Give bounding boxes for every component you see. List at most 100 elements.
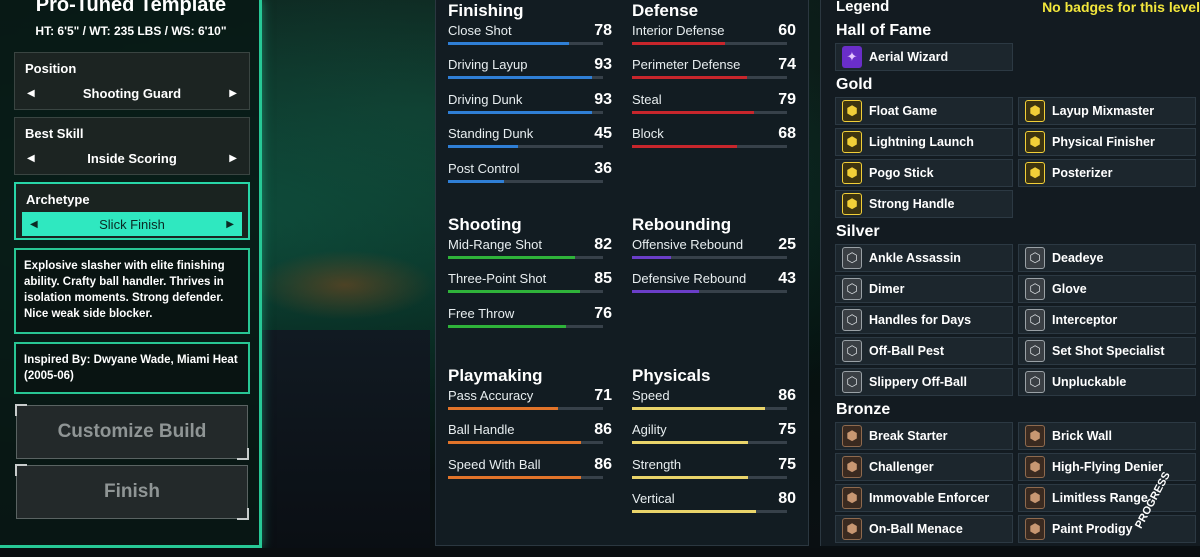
stat-value: 45 bbox=[594, 125, 612, 143]
stat-value: 68 bbox=[778, 125, 796, 143]
badge-bronze[interactable]: ⬢ Break Starter bbox=[835, 422, 1013, 450]
stat-bar-fill bbox=[448, 407, 559, 410]
stat-name: Agility bbox=[632, 422, 667, 438]
stat-value: 80 bbox=[778, 490, 796, 508]
badge-silver[interactable]: ⬡ Handles for Days bbox=[835, 306, 1013, 334]
ankle-icon: ⬡ bbox=[842, 247, 862, 269]
stat-bar-track bbox=[632, 475, 787, 479]
best-skill-selector[interactable]: Best Skill ◀ Inside Scoring ▶ bbox=[14, 117, 250, 175]
badge-silver[interactable]: ⬡ Deadeye bbox=[1018, 244, 1196, 272]
badge-silver[interactable]: ⬡ Glove bbox=[1018, 275, 1196, 303]
customize-build-button[interactable]: Customize Build bbox=[15, 404, 249, 460]
badge-name: Aerial Wizard bbox=[869, 50, 949, 64]
challenge-icon: ⬢ bbox=[842, 456, 862, 478]
badge-name: Deadeye bbox=[1052, 251, 1104, 265]
badge-silver[interactable]: ⬡ Interceptor bbox=[1018, 306, 1196, 334]
stat-value: 25 bbox=[778, 236, 796, 253]
stat-bar-fill bbox=[632, 42, 725, 45]
badge-name: Paint Prodigy bbox=[1052, 522, 1133, 536]
position-label: Position bbox=[25, 61, 77, 76]
stat-name: Pass Accuracy bbox=[448, 388, 534, 403]
lightning-icon: ⬢ bbox=[842, 131, 862, 153]
badge-name: Handles for Days bbox=[869, 313, 972, 327]
arrow-right-icon[interactable]: ▶ bbox=[226, 219, 234, 230]
pest-icon: ⬡ bbox=[842, 340, 862, 362]
stat-name: Interior Defense bbox=[632, 23, 725, 38]
stat-bar-track bbox=[632, 510, 787, 514]
stat-name: Vertical bbox=[632, 491, 675, 507]
position-selector[interactable]: Position ◀ Shooting Guard ▶ bbox=[14, 52, 250, 110]
badge-name: Off-Ball Pest bbox=[869, 344, 945, 358]
enforcer-icon: ⬢ bbox=[842, 487, 862, 509]
rebounding-section: Rebounding Offensive Rebound 25 Defensive … bbox=[632, 215, 802, 306]
slippery-icon: ⬡ bbox=[842, 371, 862, 393]
defense-section: Defense Interior Defense 60 Perimeter Defe… bbox=[632, 1, 802, 161]
finish-button[interactable]: Finish bbox=[15, 464, 249, 520]
stat-value: 76 bbox=[594, 304, 612, 322]
stat-name: Mid-Range Shot bbox=[448, 237, 542, 252]
stat-bar-fill bbox=[632, 407, 766, 410]
badge-gold[interactable]: ⬢ Physical Finisher bbox=[1018, 128, 1196, 156]
stat-row: Speed With Ball 86 bbox=[448, 456, 618, 491]
playmaking-section: Playmaking Pass Accuracy 71 Ball Handle 86 S… bbox=[448, 366, 618, 491]
badge-silver[interactable]: ⬡ Unpluckable bbox=[1018, 368, 1196, 396]
stat-row: Close Shot 78 bbox=[448, 22, 618, 57]
hall-of-fame-title: Hall of Fame bbox=[836, 22, 932, 39]
arrow-right-icon[interactable]: ▶ bbox=[229, 153, 237, 164]
stat-name: Strength bbox=[632, 456, 682, 472]
badge-name: Posterizer bbox=[1052, 166, 1113, 180]
float-icon: ⬢ bbox=[842, 100, 862, 122]
stat-bar-fill bbox=[448, 76, 593, 80]
arrow-left-icon[interactable]: ◀ bbox=[27, 88, 35, 99]
court-floor bbox=[260, 330, 430, 557]
badge-gold[interactable]: ⬢ Layup Mixmaster bbox=[1018, 97, 1196, 125]
position-value: Shooting Guard bbox=[82, 85, 182, 101]
range-icon: ⬢ bbox=[1025, 487, 1045, 509]
badge-silver[interactable]: ⬡ Off-Ball Pest bbox=[835, 337, 1013, 365]
badge-silver[interactable]: ⬡ Set Shot Specialist bbox=[1018, 337, 1196, 365]
stat-bar-fill bbox=[448, 110, 593, 114]
stat-bar-fill bbox=[632, 510, 756, 514]
badge-gold[interactable]: ⬢ Pogo Stick bbox=[835, 159, 1013, 187]
badge-silver[interactable]: ⬡ Slippery Off-Ball bbox=[835, 368, 1013, 396]
badge-bronze[interactable]: ⬢ On-Ball Menace bbox=[835, 515, 1013, 543]
template-panel: Pro-Tuned Template HT: 6'5" / WT: 235 LB… bbox=[0, 0, 262, 548]
badge-bronze[interactable]: ⬢ Challenger bbox=[835, 453, 1013, 481]
stat-value: 86 bbox=[594, 421, 612, 439]
badge-hof[interactable]: ✦ Aerial Wizard bbox=[835, 43, 1013, 71]
badge-name: Challenger bbox=[869, 460, 934, 474]
glove-icon: ⬡ bbox=[1025, 278, 1045, 300]
badge-name: Ankle Assassin bbox=[869, 251, 961, 265]
arrow-right-icon[interactable]: ▶ bbox=[229, 88, 237, 99]
stat-bar-track bbox=[448, 76, 603, 80]
stat-name: Three-Point Shot bbox=[448, 271, 547, 287]
badge-silver[interactable]: ⬡ Ankle Assassin bbox=[835, 244, 1013, 272]
arrow-left-icon[interactable]: ◀ bbox=[27, 153, 35, 164]
shooting-title: Shooting bbox=[448, 215, 522, 234]
wall-icon: ⬢ bbox=[1025, 425, 1045, 447]
stat-bar-fill bbox=[632, 110, 755, 114]
stat-value: 82 bbox=[594, 236, 612, 253]
badge-gold[interactable]: ⬢ Strong Handle bbox=[835, 190, 1013, 218]
badge-bronze[interactable]: ⬢ Immovable Enforcer bbox=[835, 484, 1013, 512]
stat-bar-fill bbox=[448, 324, 566, 328]
archetype-selector[interactable]: Archetype ◀ Slick Finish ▶ bbox=[14, 182, 250, 240]
badge-gold[interactable]: ⬢ Float Game bbox=[835, 97, 1013, 125]
stat-value: 93 bbox=[594, 56, 612, 74]
badge-bronze[interactable]: ⬢ Brick Wall bbox=[1018, 422, 1196, 450]
stat-bar-fill bbox=[632, 290, 699, 294]
stat-row: Offensive Rebound 25 bbox=[632, 236, 802, 271]
pogo-icon: ⬢ bbox=[842, 162, 862, 184]
stat-name: Defensive Rebound bbox=[632, 271, 747, 287]
arrow-left-icon[interactable]: ◀ bbox=[30, 219, 38, 230]
stat-row: Pass Accuracy 71 bbox=[448, 387, 618, 422]
stat-name: Speed With Ball bbox=[448, 456, 541, 472]
badge-silver[interactable]: ⬡ Dimer bbox=[835, 275, 1013, 303]
stat-name: Close Shot bbox=[448, 23, 512, 38]
badge-gold[interactable]: ⬢ Lightning Launch bbox=[835, 128, 1013, 156]
stat-name: Free Throw bbox=[448, 305, 515, 321]
template-title: Pro-Tuned Template bbox=[35, 0, 227, 16]
badge-gold[interactable]: ⬢ Posterizer bbox=[1018, 159, 1196, 187]
stat-row: Interior Defense 60 bbox=[632, 22, 802, 57]
stat-bar-track bbox=[448, 441, 603, 445]
